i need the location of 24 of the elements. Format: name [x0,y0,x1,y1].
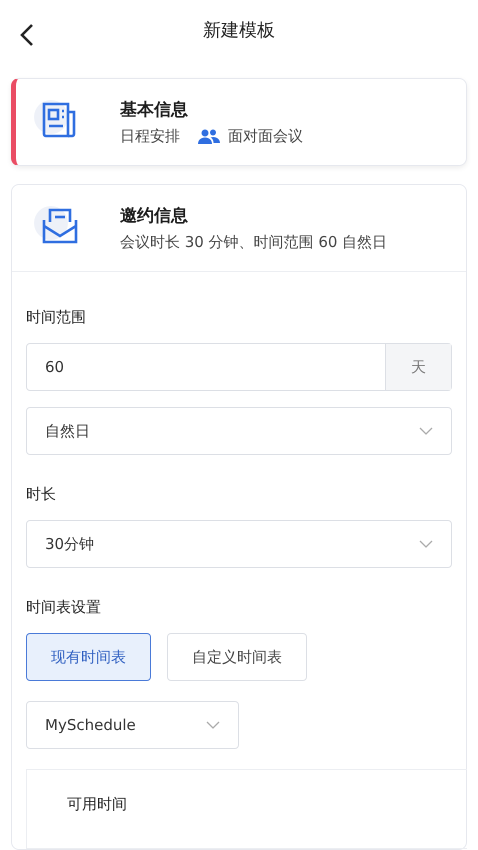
meeting-type: 面对面会议 [228,127,303,146]
envelope-icon [34,206,80,246]
day-type-select[interactable]: 自然日 [26,407,452,455]
chevron-down-icon [419,540,433,548]
section-subtitle: 日程安排 [120,127,180,146]
section-title: 邀约信息 [120,205,189,227]
page-title: 新建模板 [203,19,275,42]
field-label: 时间范围 [26,308,87,327]
people-icon [198,128,220,144]
range-input[interactable]: 60 天 [26,343,452,391]
duration-select[interactable]: 30分钟 [26,520,452,568]
schedule-tab[interactable]: 现有时间表 [26,633,151,681]
availability-title: 可用时间 [67,795,127,813]
field-label: 时长 [26,485,57,504]
section-subtitle: 会议时长 30 分钟、时间范围 60 自然日 [120,233,388,252]
schedule-tab[interactable]: 自定义时间表 [167,633,307,681]
section-card[interactable]: 基本信息 日程安排 面对面会议 [11,78,467,166]
chevron-down-icon [206,721,220,729]
unit-label: 天 [385,344,451,390]
section-card[interactable]: 邀约信息 会议时长 30 分钟、时间范围 60 自然日 时间范围 60 天 自然日 时长 30分钟 时间表设置 现有时间表 自定义时间表 MySchedule 可用时间 [11,184,467,850]
section-title: 基本信息 [120,99,189,121]
schedule-select[interactable]: MySchedule [26,701,239,749]
chevron-down-icon [419,427,433,435]
field-label: 时间表设置 [26,598,102,617]
